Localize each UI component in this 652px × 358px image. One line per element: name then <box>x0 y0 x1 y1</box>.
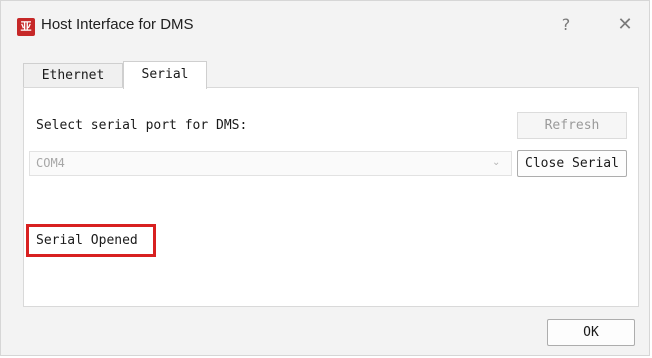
close-window-button[interactable]: ✕ <box>613 13 637 37</box>
dialog-window: 亚 Host Interface for DMS ? ✕ Ethernet Se… <box>0 0 650 356</box>
serial-status-text: Serial Opened <box>36 233 138 248</box>
tab-serial[interactable]: Serial <box>123 61 207 89</box>
select-port-label: Select serial port for DMS: <box>36 118 248 133</box>
serial-tab-panel: Select serial port for DMS: Refresh COM4… <box>23 87 639 307</box>
help-button[interactable]: ? <box>554 13 578 37</box>
tab-ethernet[interactable]: Ethernet <box>23 63 123 88</box>
ok-button[interactable]: OK <box>547 319 635 346</box>
chevron-down-icon: ⌄ <box>492 157 501 168</box>
window-title: Host Interface for DMS <box>41 16 194 33</box>
selected-port-value: COM4 <box>36 156 65 170</box>
serial-port-select[interactable]: COM4 ⌄ <box>29 151 512 176</box>
refresh-button[interactable]: Refresh <box>517 112 627 139</box>
title-bar: 亚 Host Interface for DMS ? ✕ <box>1 1 649 49</box>
app-logo-icon: 亚 <box>17 18 35 36</box>
close-serial-button[interactable]: Close Serial <box>517 150 627 177</box>
